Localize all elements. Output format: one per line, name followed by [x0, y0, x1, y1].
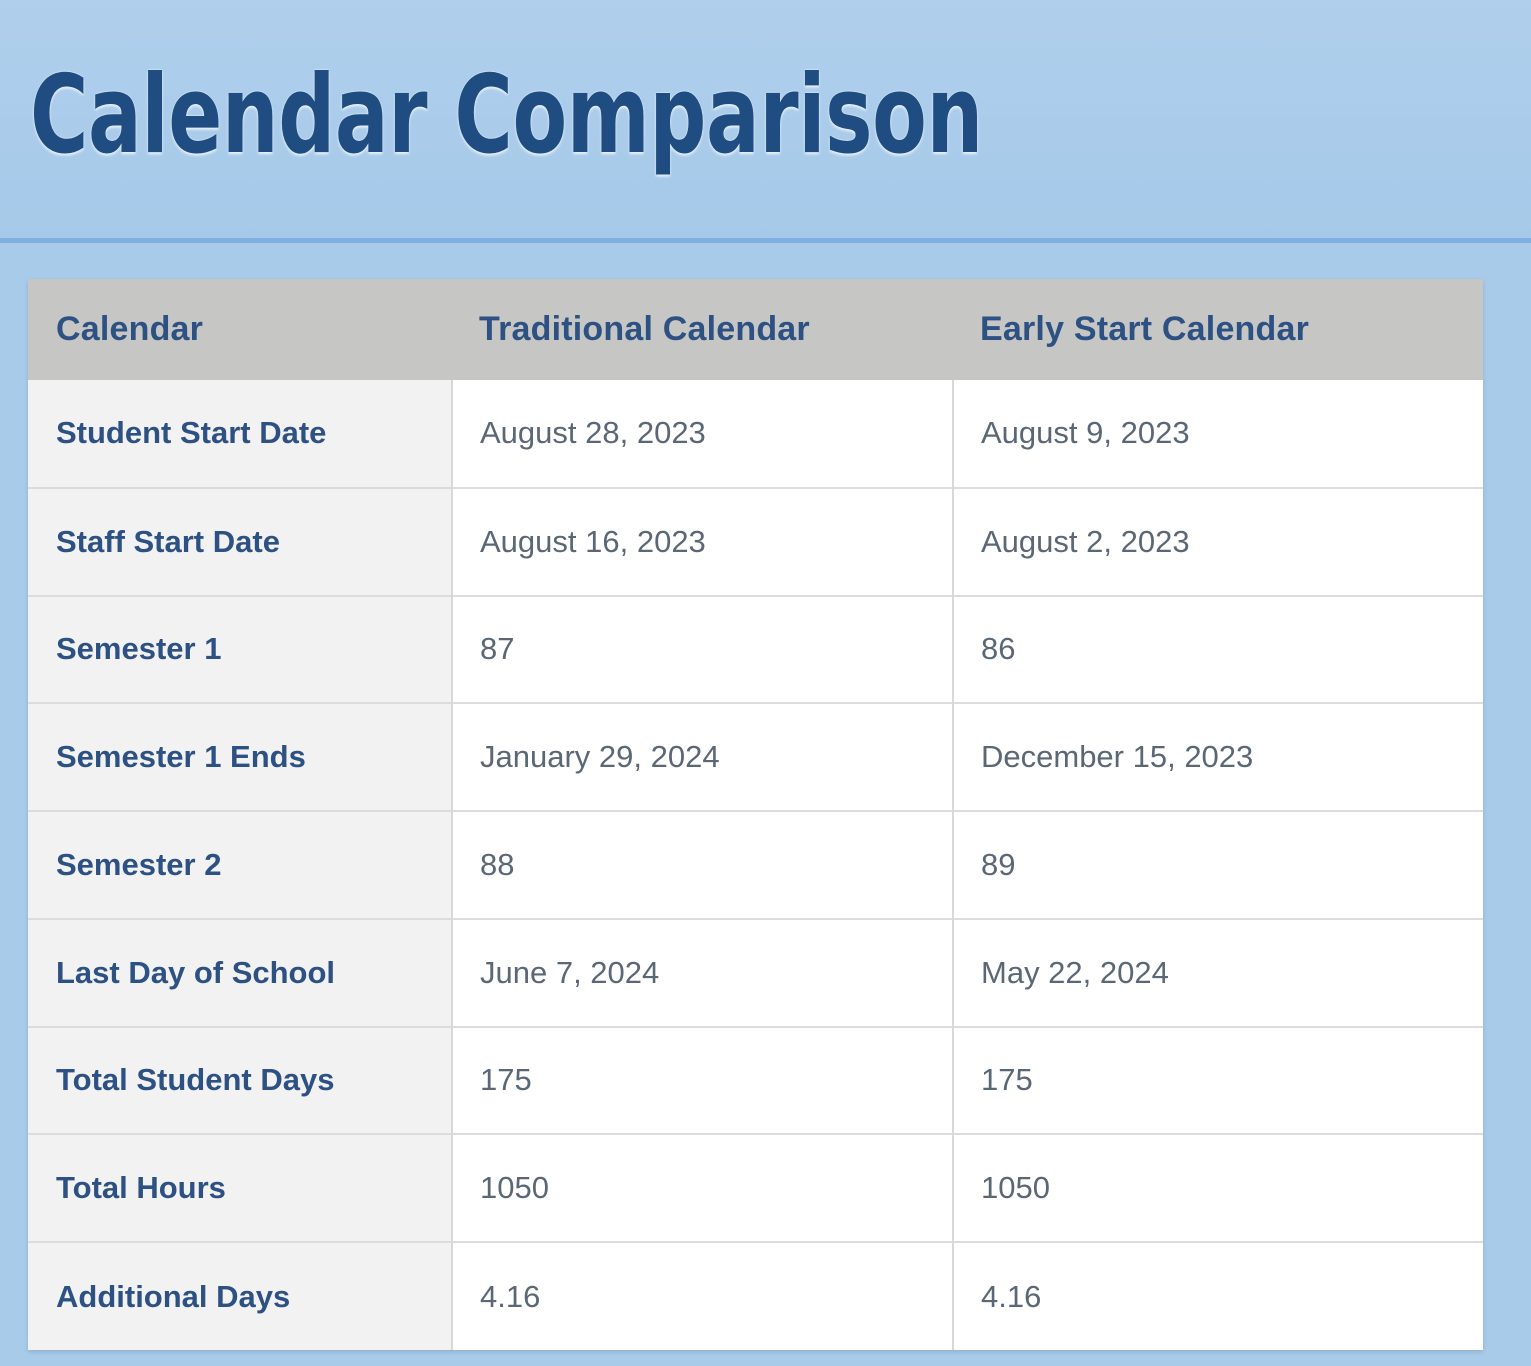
table-row: Semester 1 87 86: [28, 594, 1483, 704]
table-header-row: Calendar Traditional Calendar Early Star…: [28, 279, 1483, 380]
row-value-traditional: 1050: [452, 1133, 954, 1243]
row-label: Total Hours: [28, 1133, 453, 1243]
row-value-traditional: June 7, 2024: [452, 917, 954, 1027]
page-title: Calendar Comparison: [30, 53, 983, 178]
row-value-early-start: 89: [953, 810, 1483, 919]
table-row: Semester 2 88 89: [28, 810, 1483, 919]
table-row: Last Day of School June 7, 2024 May 22, …: [28, 917, 1483, 1027]
table-row: Additional Days 4.16 4.16: [28, 1241, 1483, 1350]
row-value-traditional: 4.16: [452, 1241, 954, 1350]
row-value-traditional: 88: [452, 810, 954, 919]
table-row: Student Start Date August 28, 2023 Augus…: [28, 380, 1483, 488]
row-value-traditional: August 28, 2023: [452, 380, 954, 488]
title-band: Calendar Comparison: [0, 0, 1531, 243]
title-divider: [0, 238, 1531, 243]
page-root: Calendar Comparison Calendar Traditional…: [0, 0, 1531, 1366]
row-value-early-start: August 9, 2023: [953, 380, 1483, 488]
row-value-early-start: 175: [953, 1025, 1483, 1135]
column-header-calendar: Calendar: [28, 279, 452, 380]
row-label: Semester 2: [28, 810, 453, 919]
table-row: Semester 1 Ends January 29, 2024 Decembe…: [28, 702, 1483, 812]
table-row: Staff Start Date August 16, 2023 August …: [28, 486, 1483, 596]
row-label: Staff Start Date: [28, 486, 453, 596]
calendar-comparison-table: Calendar Traditional Calendar Early Star…: [28, 279, 1483, 1350]
table-body: Student Start Date August 28, 2023 Augus…: [28, 380, 1483, 1350]
calendar-comparison-table-container: Calendar Traditional Calendar Early Star…: [28, 279, 1483, 1350]
row-label: Additional Days: [28, 1241, 453, 1350]
row-value-traditional: 175: [452, 1025, 954, 1135]
row-value-traditional: August 16, 2023: [452, 486, 954, 596]
row-label: Total Student Days: [28, 1025, 453, 1135]
row-value-early-start: August 2, 2023: [953, 486, 1483, 596]
row-value-early-start: 4.16: [953, 1241, 1483, 1350]
row-value-early-start: May 22, 2024: [953, 917, 1483, 1027]
row-label: Semester 1: [28, 594, 453, 704]
row-label: Semester 1 Ends: [28, 702, 453, 812]
row-label: Last Day of School: [28, 917, 453, 1027]
row-label: Student Start Date: [28, 380, 453, 488]
table-header: Calendar Traditional Calendar Early Star…: [28, 279, 1483, 380]
table-row: Total Hours 1050 1050: [28, 1133, 1483, 1243]
column-header-traditional-calendar: Traditional Calendar: [452, 279, 953, 380]
row-value-early-start: December 15, 2023: [953, 702, 1483, 812]
row-value-traditional: January 29, 2024: [452, 702, 954, 812]
row-value-early-start: 1050: [953, 1133, 1483, 1243]
column-header-early-start-calendar: Early Start Calendar: [953, 279, 1483, 380]
row-value-early-start: 86: [953, 594, 1483, 704]
table-row: Total Student Days 175 175: [28, 1025, 1483, 1135]
row-value-traditional: 87: [452, 594, 954, 704]
